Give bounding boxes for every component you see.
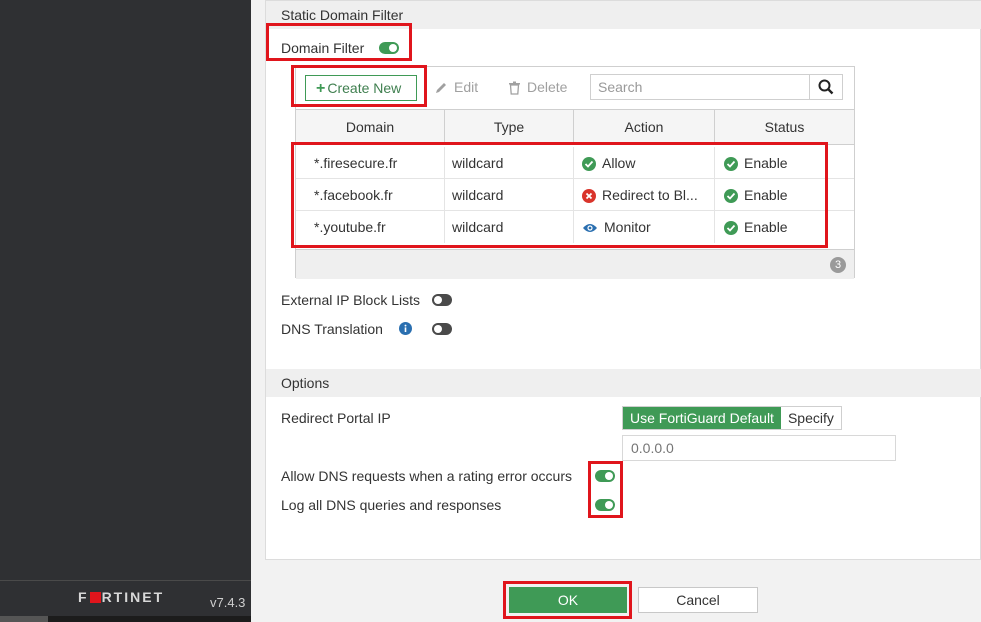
external-ip-block-lists-label: External IP Block Lists	[281, 292, 421, 308]
action-label: Redirect to Bl...	[602, 187, 698, 203]
type-cell: wildcard	[452, 187, 504, 203]
delete-label: Delete	[527, 79, 568, 95]
table-row[interactable]: *.youtube.fr wildcard Monitor Enable	[296, 211, 854, 243]
status-cell: Enable	[724, 211, 852, 243]
status-label: Enable	[744, 155, 788, 171]
table-row[interactable]: *.firesecure.fr wildcard Allow Enable	[296, 147, 854, 179]
check-circle-icon	[724, 157, 738, 172]
eye-icon	[583, 224, 597, 233]
log-dns-label: Log all DNS queries and responses	[281, 497, 502, 513]
edit-label: Edit	[454, 79, 479, 95]
plus-icon: +	[316, 80, 326, 97]
use-fortiguard-default-option[interactable]: Use FortiGuard Default	[623, 407, 781, 429]
status-label: Enable	[744, 187, 788, 203]
dns-translation-label: DNS Translation	[281, 321, 383, 337]
redirect-portal-ip-selector: Use FortiGuard Default Specify	[622, 406, 842, 430]
header-action[interactable]: Action	[574, 110, 715, 144]
redirect-ip-input[interactable]	[622, 435, 896, 461]
sidebar-scrollbar[interactable]	[0, 616, 251, 622]
row-count-badge: 3	[830, 257, 846, 273]
domain-cell: *.youtube.fr	[314, 219, 386, 235]
domain-filter-label: Domain Filter	[281, 40, 365, 56]
cancel-button[interactable]: Cancel	[638, 587, 758, 613]
domain-filter-table: +Create New Edit Delete Domain Type Acti…	[295, 66, 855, 279]
action-cell: Allow	[582, 147, 714, 179]
action-label: Monitor	[604, 219, 651, 235]
check-circle-icon	[724, 189, 738, 204]
status-label: Enable	[744, 219, 788, 235]
settings-card: Static Domain Filter Domain Filter + Crea…	[265, 0, 981, 560]
search-input[interactable]	[591, 75, 810, 99]
footer-bar: OK Cancel	[251, 578, 981, 622]
fortinet-logo: F RTINET	[78, 589, 165, 605]
table-row[interactable]: *.facebook.fr wildcard Redirect to Bl...…	[296, 179, 854, 211]
edit-button[interactable]: Edit	[434, 75, 478, 101]
domain-cell: *.facebook.fr	[314, 187, 393, 203]
specify-option[interactable]: Specify	[780, 407, 841, 429]
delete-button[interactable]: Delete	[508, 75, 567, 101]
search-icon[interactable]	[810, 75, 842, 99]
sidebar: F RTINET v7.4.3	[0, 0, 251, 622]
allow-dns-rating-error-label: Allow DNS requests when a rating error o…	[281, 468, 573, 484]
status-cell: Enable	[724, 179, 852, 211]
dns-translation-toggle[interactable]	[432, 323, 452, 335]
type-cell: wildcard	[452, 155, 504, 171]
static-domain-filter-header: Static Domain Filter	[266, 1, 981, 29]
type-cell: wildcard	[452, 219, 504, 235]
external-ip-block-lists-toggle[interactable]	[432, 294, 452, 306]
main-panel: Static Domain Filter Domain Filter + Crea…	[251, 0, 981, 622]
pencil-icon	[436, 83, 446, 94]
status-cell: Enable	[724, 147, 852, 179]
redirect-portal-ip-label: Redirect Portal IP	[281, 410, 391, 426]
table-header: Domain Type Action Status	[296, 109, 854, 145]
create-new-label: Create New	[327, 80, 402, 96]
action-label: Allow	[602, 155, 636, 171]
info-icon[interactable]	[399, 322, 412, 335]
x-circle-icon	[582, 189, 596, 204]
log-dns-toggle[interactable]	[595, 499, 615, 511]
check-circle-icon	[582, 157, 596, 172]
options-header: Options	[266, 369, 981, 397]
table-footer: 3	[296, 249, 854, 279]
check-circle-icon	[724, 221, 738, 236]
create-new-button[interactable]: + Create New	[305, 75, 417, 101]
domain-filter-toggle[interactable]	[379, 42, 399, 54]
version-label: v7.4.3	[210, 595, 246, 610]
header-status[interactable]: Status	[715, 110, 854, 144]
domain-cell: *.firesecure.fr	[314, 155, 398, 171]
allow-dns-rating-error-toggle[interactable]	[595, 470, 615, 482]
header-domain[interactable]: Domain	[296, 110, 445, 144]
ok-button[interactable]: OK	[509, 587, 627, 613]
header-type[interactable]: Type	[445, 110, 574, 144]
sidebar-footer: F RTINET v7.4.3	[0, 580, 251, 616]
search-box	[590, 74, 843, 100]
action-cell: Monitor	[582, 211, 714, 243]
trash-icon	[509, 81, 520, 95]
action-cell: Redirect to Bl...	[582, 179, 714, 211]
